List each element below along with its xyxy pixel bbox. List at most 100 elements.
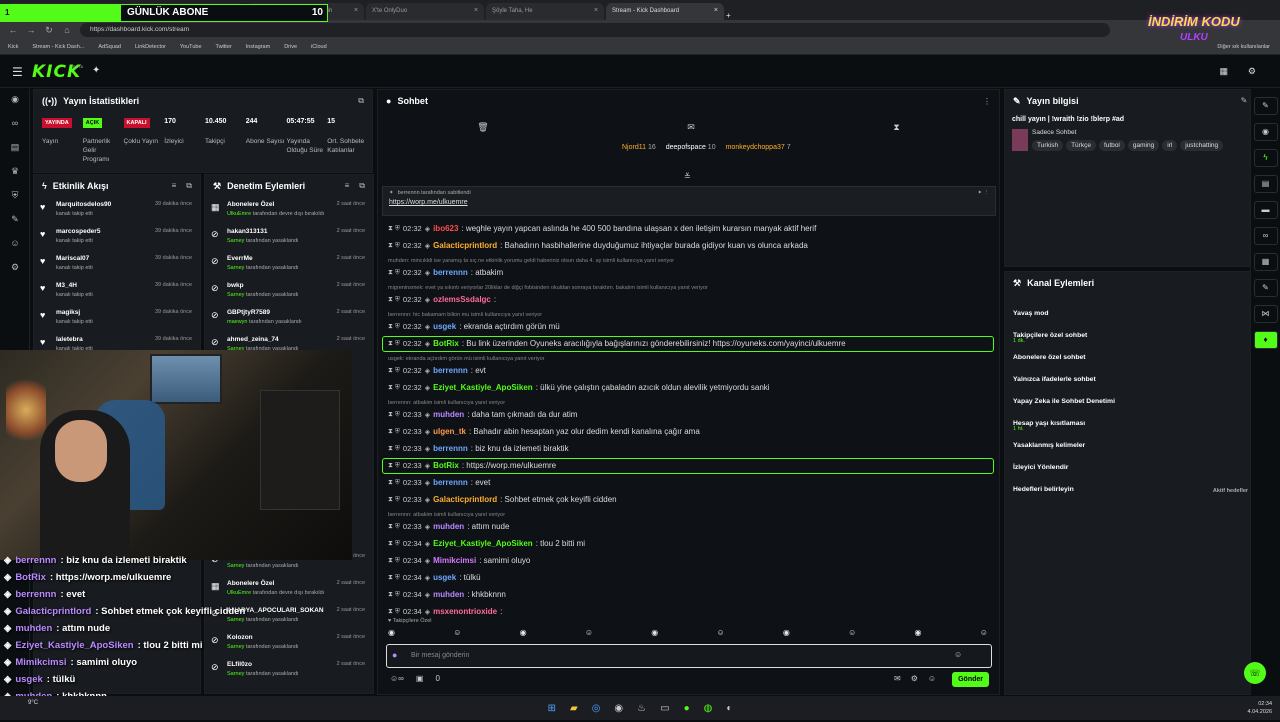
pin-message-icon[interactable]: ⧗ ⛨ [388,323,400,331]
pin-message-icon[interactable]: ⧗ ⛨ [388,608,400,616]
collapse-chevron-icon[interactable]: ≚ [684,172,691,181]
pin-icon[interactable]: ✦ [92,65,100,76]
moderation-item[interactable]: ⊘ GBPtjtyR7589 maewyn tarafından yasakland… [205,305,373,332]
gifter-name[interactable]: monkeydchoppa37 [726,144,785,151]
mic-icon[interactable]: ● [392,650,397,660]
chat-message[interactable]: ⧗ ⛨ 02:33 ◈ muhden: attım nude [388,522,509,531]
emote-icon[interactable]: ◉ [651,628,658,637]
message-user[interactable]: ulgen_tk [433,427,466,436]
channel-action-row[interactable]: Takipçilere özel sohbet1 dk.› [1005,324,1271,346]
close-tab-icon[interactable]: × [714,7,718,14]
stream-tag[interactable]: gaming [1127,140,1160,151]
chat-message[interactable]: ⧗ ⛨ 02:32 ◈ Eziyet_Kastiyle_ApoSiken: ülkü … [388,383,770,392]
bookmark-item[interactable]: YouTube [180,44,202,50]
url-input[interactable]: https://dashboard.kick.com/stream [80,23,1110,37]
obs-icon[interactable]: ◐ [726,703,732,714]
pin-message-icon[interactable]: ⧗ ⛨ [388,591,400,599]
message-user[interactable]: berrennn [433,366,468,375]
emote-icon[interactable]: ◉ [915,628,922,637]
activity-user[interactable]: M3_4H [56,282,77,289]
channel-action-row[interactable]: Abonelere özel sohbet [1005,346,1271,368]
gifter[interactable]: monkeydchoppa37 7 [726,144,791,151]
close-tab-icon[interactable]: × [354,7,358,14]
more-icon[interactable]: ⋮ [983,97,991,106]
send-button[interactable]: Gönder [952,672,989,687]
filter-icon[interactable]: ≡ [172,181,177,191]
layout-icon[interactable]: ▦ [1253,253,1278,271]
message-user[interactable]: BotRix [433,461,459,470]
close-tab-icon[interactable]: × [474,7,478,14]
back-icon[interactable]: ← [8,25,18,35]
bolt-icon[interactable]: ϟ [1253,149,1278,167]
chat-message[interactable]: ⧗ ⛨ 02:34 ◈ msxenontrioxide: [388,607,502,616]
emote-icon[interactable]: ☺ [716,628,724,637]
popout-icon[interactable]: ⧉ [186,181,192,191]
message-user[interactable]: BotRix [433,339,459,348]
moderation-item[interactable]: ⊘ EverrMe Sarney tarafından yasaklandı 2 sa… [205,251,373,278]
activity-user[interactable]: marcospeder5 [56,228,100,235]
new-tab-icon[interactable]: + [726,11,731,20]
message-user[interactable]: muhden [433,522,464,531]
gift-icon[interactable]: ♦ [1253,331,1278,349]
activity-item[interactable]: ♥ M3_4H kanalı takip etti 39 dakika önce [34,278,200,305]
steam-icon[interactable]: ♨ [637,703,646,714]
activity-user[interactable]: Marquitosdelos90 [56,201,111,208]
activity-item[interactable]: ♥ Mariscal07 kanalı takip etti 39 dakika ön… [34,251,200,278]
emoji-icon[interactable]: ☺ [954,650,962,659]
shield-icon[interactable]: ⛨ [0,185,30,209]
channel-action-row[interactable]: Hedefleri belirleyinAktif hedefler · 1› [1005,478,1271,500]
chat-message[interactable]: ⧗ ⛨ 02:32 ◈ ozlemsSsdalgc: [388,295,496,304]
message-user[interactable]: usgek [433,322,456,331]
timer-icon[interactable]: ⧗ [893,122,899,133]
pinned-link[interactable]: https://worp.me/ulkuemre [389,199,989,206]
chat-message[interactable]: ⧗ ⛨ 02:33 ◈ muhden: daha tam çıkmadı da dur… [388,410,577,419]
link-icon[interactable]: ∞ [1253,227,1278,245]
message-user[interactable]: Eziyet_Kastiyle_ApoSiken [433,539,533,548]
home-icon[interactable]: ⌂ [62,25,72,35]
emote-icon[interactable]: ☺ [980,628,988,637]
chat-message[interactable]: ⧗ ⛨ 02:34 ◈ usgek: tülkü [388,573,481,582]
chat-message-input[interactable]: Bir mesaj gönderin [386,644,992,668]
browser-tab[interactable]: X'te OnlyDuo × [366,3,484,20]
emote-icon[interactable]: ☺ [453,628,461,637]
gifter-name[interactable]: Njord11 [622,144,646,151]
pin-message-icon[interactable]: ⧗ ⛨ [388,340,400,348]
menu-icon[interactable]: ☰ [12,65,23,79]
chat-message[interactable]: ⧗ ⛨ 02:32 ◈ berrennn: atbakim [388,268,503,277]
chat-icon[interactable]: ▬ [1253,201,1278,219]
activity-item[interactable]: ♥ magiksj kanalı takip etti 39 dakika önce [34,305,200,332]
browser-tab[interactable]: Şöyle Taha, He × [486,3,604,20]
message-icon[interactable]: ✉ [687,122,695,133]
chat-message[interactable]: ⧗ ⛨ 02:34 ◈ muhden: khkbknnn [388,590,506,599]
bookmark-item[interactable]: Kick [8,44,18,50]
bookmark-item[interactable]: Twitter [216,44,232,50]
file-explorer-icon[interactable]: ▰ [570,703,578,714]
gifter[interactable]: deepofspace 10 [666,144,716,151]
emote-icon[interactable]: ☺ [585,628,593,637]
browser-tab[interactable]: Stream - Kick Dashboard × [606,3,724,20]
pin-message-icon[interactable]: ⧗ ⛨ [388,269,400,277]
moderation-target[interactable]: Abonelere Özel [227,201,274,208]
moderation-item[interactable]: ⊘ hakan313131 Sarney tarafından yasaklandı… [205,224,373,251]
message-user[interactable]: muhden [433,410,464,419]
channel-action-row[interactable]: Yapay Zeka ile Sohbet Denetimi⇱ [1005,390,1271,412]
pin-message-icon[interactable]: ⧗ ⛨ [388,367,400,375]
chat-message[interactable]: ⧗ ⛨ 02:34 ◈ Eziyet_Kastiyle_ApoSiken: tlou … [388,539,585,548]
edit-icon[interactable]: ✎ [1253,97,1278,115]
tool-icon[interactable]: ✎ [0,209,30,233]
chat-settings-icon[interactable]: ✉ [894,674,901,683]
gifter[interactable]: Njord11 16 [622,144,656,151]
discord-icon[interactable]: ◉ [614,703,623,714]
chat-message[interactable]: ⧗ ⛨ 02:32 ◈ Galacticprintlord: Bahadırın ha… [388,241,808,250]
quick-action-icon[interactable]: ☏ [1244,662,1266,684]
edit-icon[interactable]: ✎ [1241,96,1248,106]
reload-icon[interactable]: ↻ [44,25,54,36]
pin-message-icon[interactable]: ⧗ ⛨ [388,574,400,582]
pin-message-icon[interactable]: ⧗ ⛨ [388,462,400,470]
unpin-icon[interactable]: ✦ ⋮ [977,190,989,196]
emote-icon[interactable]: ☺ [928,674,936,683]
chat-message[interactable]: ⧗ ⛨ 02:32 ◈ ibo623: weghle yayın yapcan asl… [388,224,816,233]
layout-icon[interactable]: ▦ [1219,66,1228,77]
message-user[interactable]: ibo623 [433,224,458,233]
link-icon[interactable]: ∞ [0,113,30,137]
